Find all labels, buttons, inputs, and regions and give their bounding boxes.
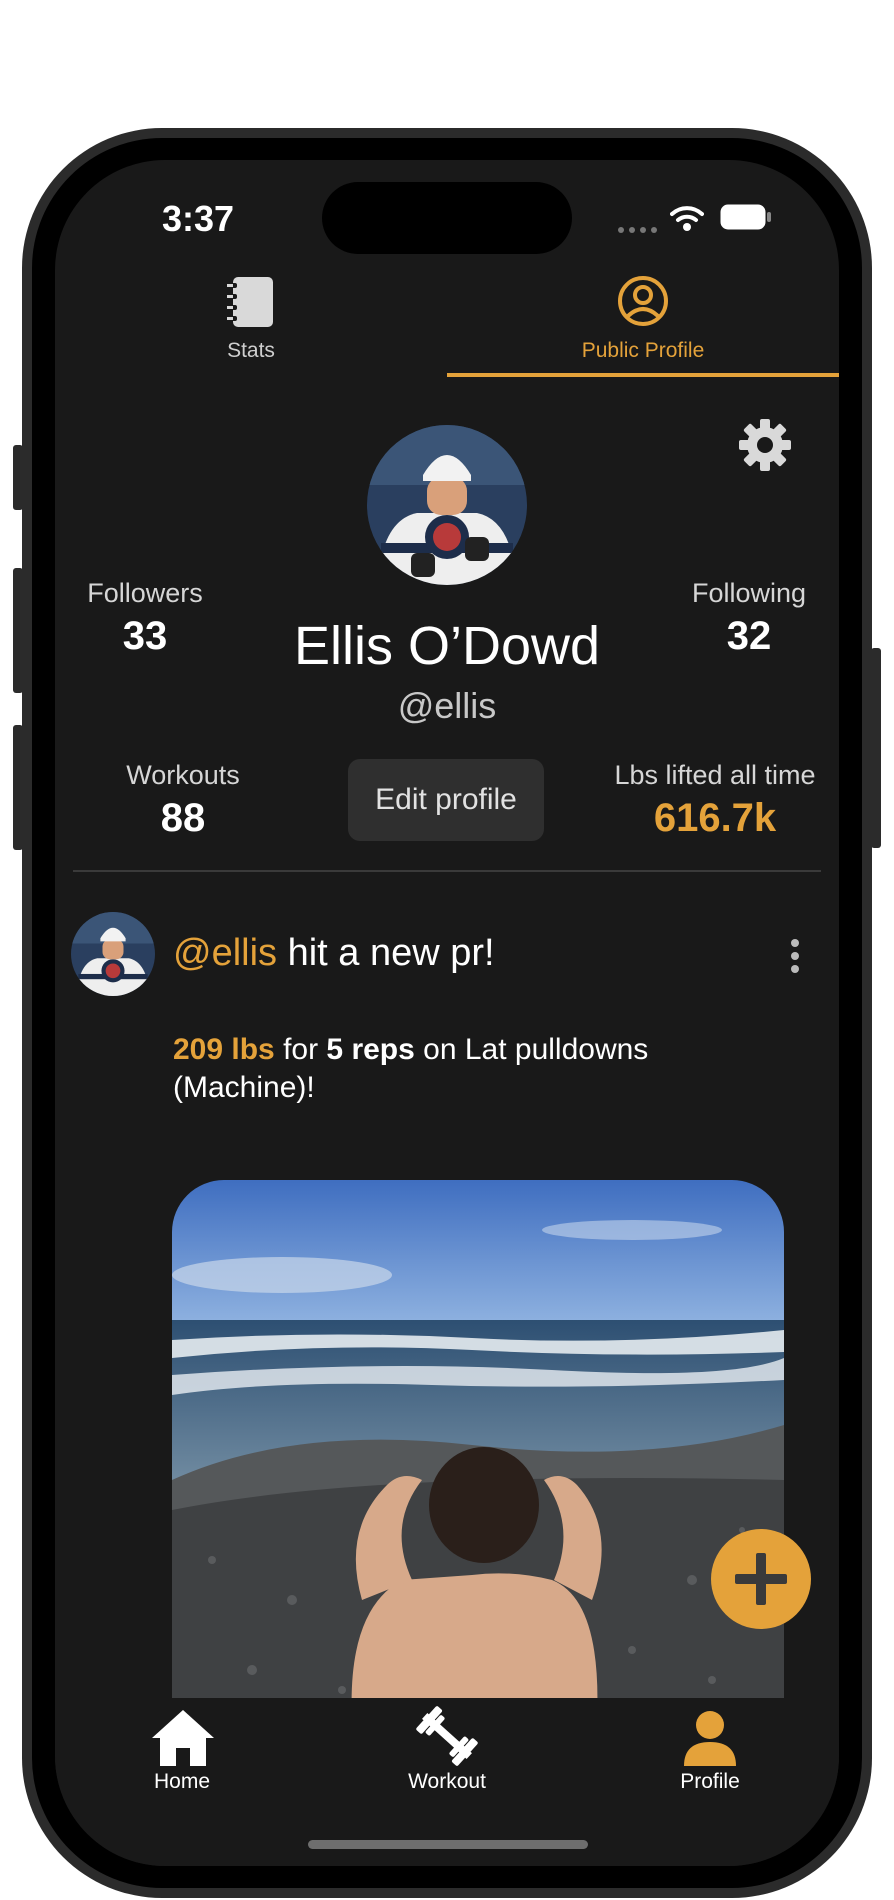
nav-profile-label: Profile [680,1770,740,1793]
gear-icon[interactable] [738,418,792,472]
status-time: 3:37 [162,198,235,239]
cellular-signal-icon [618,227,657,233]
dumbbell-icon [416,1706,478,1766]
post-headline-text: hit a new pr! [277,932,495,974]
post-for-text: for [274,1033,327,1066]
tab-stats[interactable]: Stats [55,265,447,377]
battery-icon [720,204,771,230]
workouts-label: Workouts [126,760,240,790]
post-photo[interactable] [172,1180,784,1720]
profile-name: Ellis O’Dowd [293,616,601,676]
tab-public-profile[interactable]: Public Profile [447,265,839,377]
post-body: 209 lbs for 5 reps on Lat pulldowns (Mach… [173,1031,793,1107]
user-circle-icon [618,276,668,326]
wifi-icon [670,206,704,231]
post-headline: @ellis hit a new pr! [173,932,495,975]
workouts-count: 88 [160,796,206,840]
profile-handle: @ellis [397,685,497,726]
volume-up-button [13,568,23,693]
home-indicator [308,1840,588,1849]
post-exercise-line2: (Machine)! [173,1071,315,1104]
power-button [871,648,881,848]
more-options-icon[interactable] [789,938,801,974]
followers-label[interactable]: Followers [55,578,235,609]
nav-workout-label: Workout [408,1770,486,1793]
post-author-avatar[interactable] [71,912,155,996]
home-icon [152,1710,214,1766]
profile-avatar [367,425,527,585]
nav-home[interactable]: Home [102,1698,262,1798]
tab-public-profile-label: Public Profile [581,339,705,362]
nav-workout[interactable]: Workout [367,1698,527,1798]
section-divider [73,870,821,872]
lbs-lifted-label: Lbs lifted all time [614,760,816,790]
nav-profile[interactable]: Profile [630,1698,790,1798]
active-tab-indicator [447,373,839,377]
post-author-handle[interactable]: @ellis [173,932,277,974]
volume-down-button [13,725,23,850]
post-weight: 209 lbs [173,1033,275,1066]
person-icon [684,1711,736,1766]
following-label[interactable]: Following [659,578,839,609]
notebook-icon [227,277,273,327]
action-button [13,445,23,510]
plus-icon [735,1553,787,1605]
nav-home-label: Home [153,1770,211,1793]
add-post-button[interactable] [711,1529,811,1629]
edit-profile-button[interactable]: Edit profile [348,759,544,841]
lbs-lifted-value: 616.7k [653,796,777,840]
post-reps: 5 reps [326,1033,415,1066]
tab-stats-label: Stats [227,339,275,362]
post-exercise-line1: on Lat pulldowns [414,1033,649,1066]
app-screen: 3:37 Stats Public Profile Followers 33 F… [55,160,839,1866]
dynamic-island [322,182,572,254]
